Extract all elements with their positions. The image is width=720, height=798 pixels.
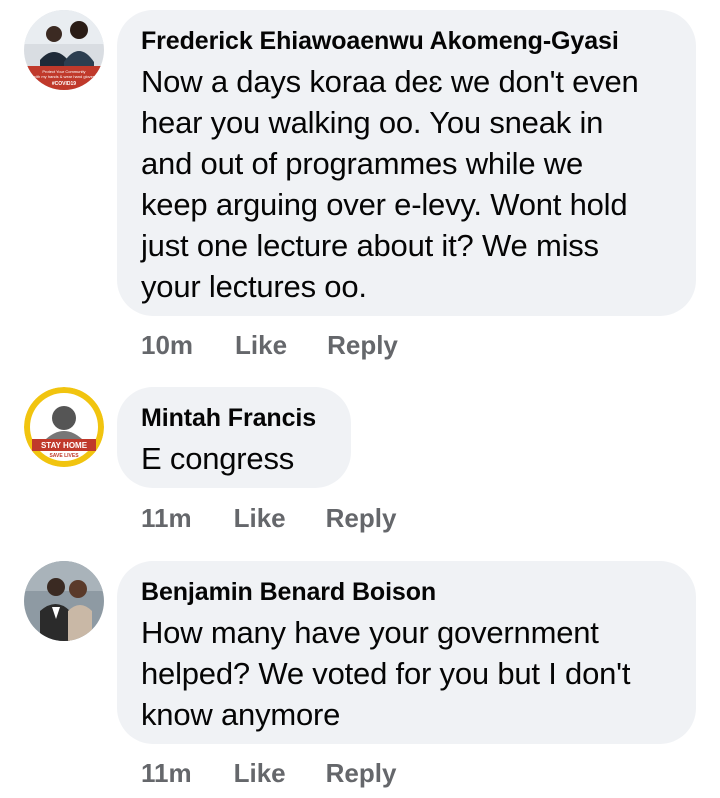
- comment-bubble: Benjamin Benard Boison How many have you…: [117, 561, 696, 744]
- comment-timestamp: 10m: [141, 330, 194, 360]
- reply-button[interactable]: Reply: [326, 503, 397, 534]
- comment-author[interactable]: Frederick Ehiawoaenwu Akomeng-Gyasi: [141, 25, 670, 57]
- comment-bubble: Frederick Ehiawoaenwu Akomeng-Gyasi Now …: [117, 10, 696, 316]
- svg-text:with my hands & wear hand glov: with my hands & wear hand gloves: [33, 74, 95, 79]
- reply-button[interactable]: Reply: [326, 758, 397, 789]
- svg-text:STAY HOME: STAY HOME: [41, 441, 88, 450]
- reply-button[interactable]: Reply: [327, 330, 398, 361]
- comment-text: Now a days koraa deɛ we don't even hear …: [141, 64, 639, 304]
- comment-actions: 10m Like Reply: [141, 330, 398, 361]
- comment-timestamp: 11m: [141, 758, 192, 788]
- svg-text:SAVE LIVES: SAVE LIVES: [49, 453, 79, 459]
- comment-author[interactable]: Mintah Francis: [141, 402, 325, 434]
- avatar-photo-icon: [24, 561, 104, 641]
- svg-text:#COVID19: #COVID19: [52, 81, 76, 87]
- comment-text: How many have your government helped? We…: [141, 615, 631, 732]
- comment-bubble: Mintah Francis E congress: [117, 387, 351, 488]
- avatar[interactable]: [24, 561, 104, 641]
- comment-author[interactable]: Benjamin Benard Boison: [141, 576, 670, 608]
- comment-text: E congress: [141, 441, 295, 476]
- like-button[interactable]: Like: [234, 503, 286, 534]
- like-button[interactable]: Like: [234, 758, 286, 789]
- avatar[interactable]: STAY HOME SAVE LIVES: [24, 387, 104, 467]
- like-button[interactable]: Like: [235, 330, 287, 361]
- comment-timestamp: 11m: [141, 503, 192, 533]
- avatar[interactable]: Protect Your Community with my hands & w…: [24, 10, 104, 90]
- comment-actions: 11m Like Reply: [141, 758, 396, 789]
- avatar-photo-icon: Protect Your Community with my hands & w…: [24, 10, 104, 90]
- comment-actions: 11m Like Reply: [141, 503, 396, 534]
- avatar-photo-icon: STAY HOME SAVE LIVES: [24, 387, 104, 467]
